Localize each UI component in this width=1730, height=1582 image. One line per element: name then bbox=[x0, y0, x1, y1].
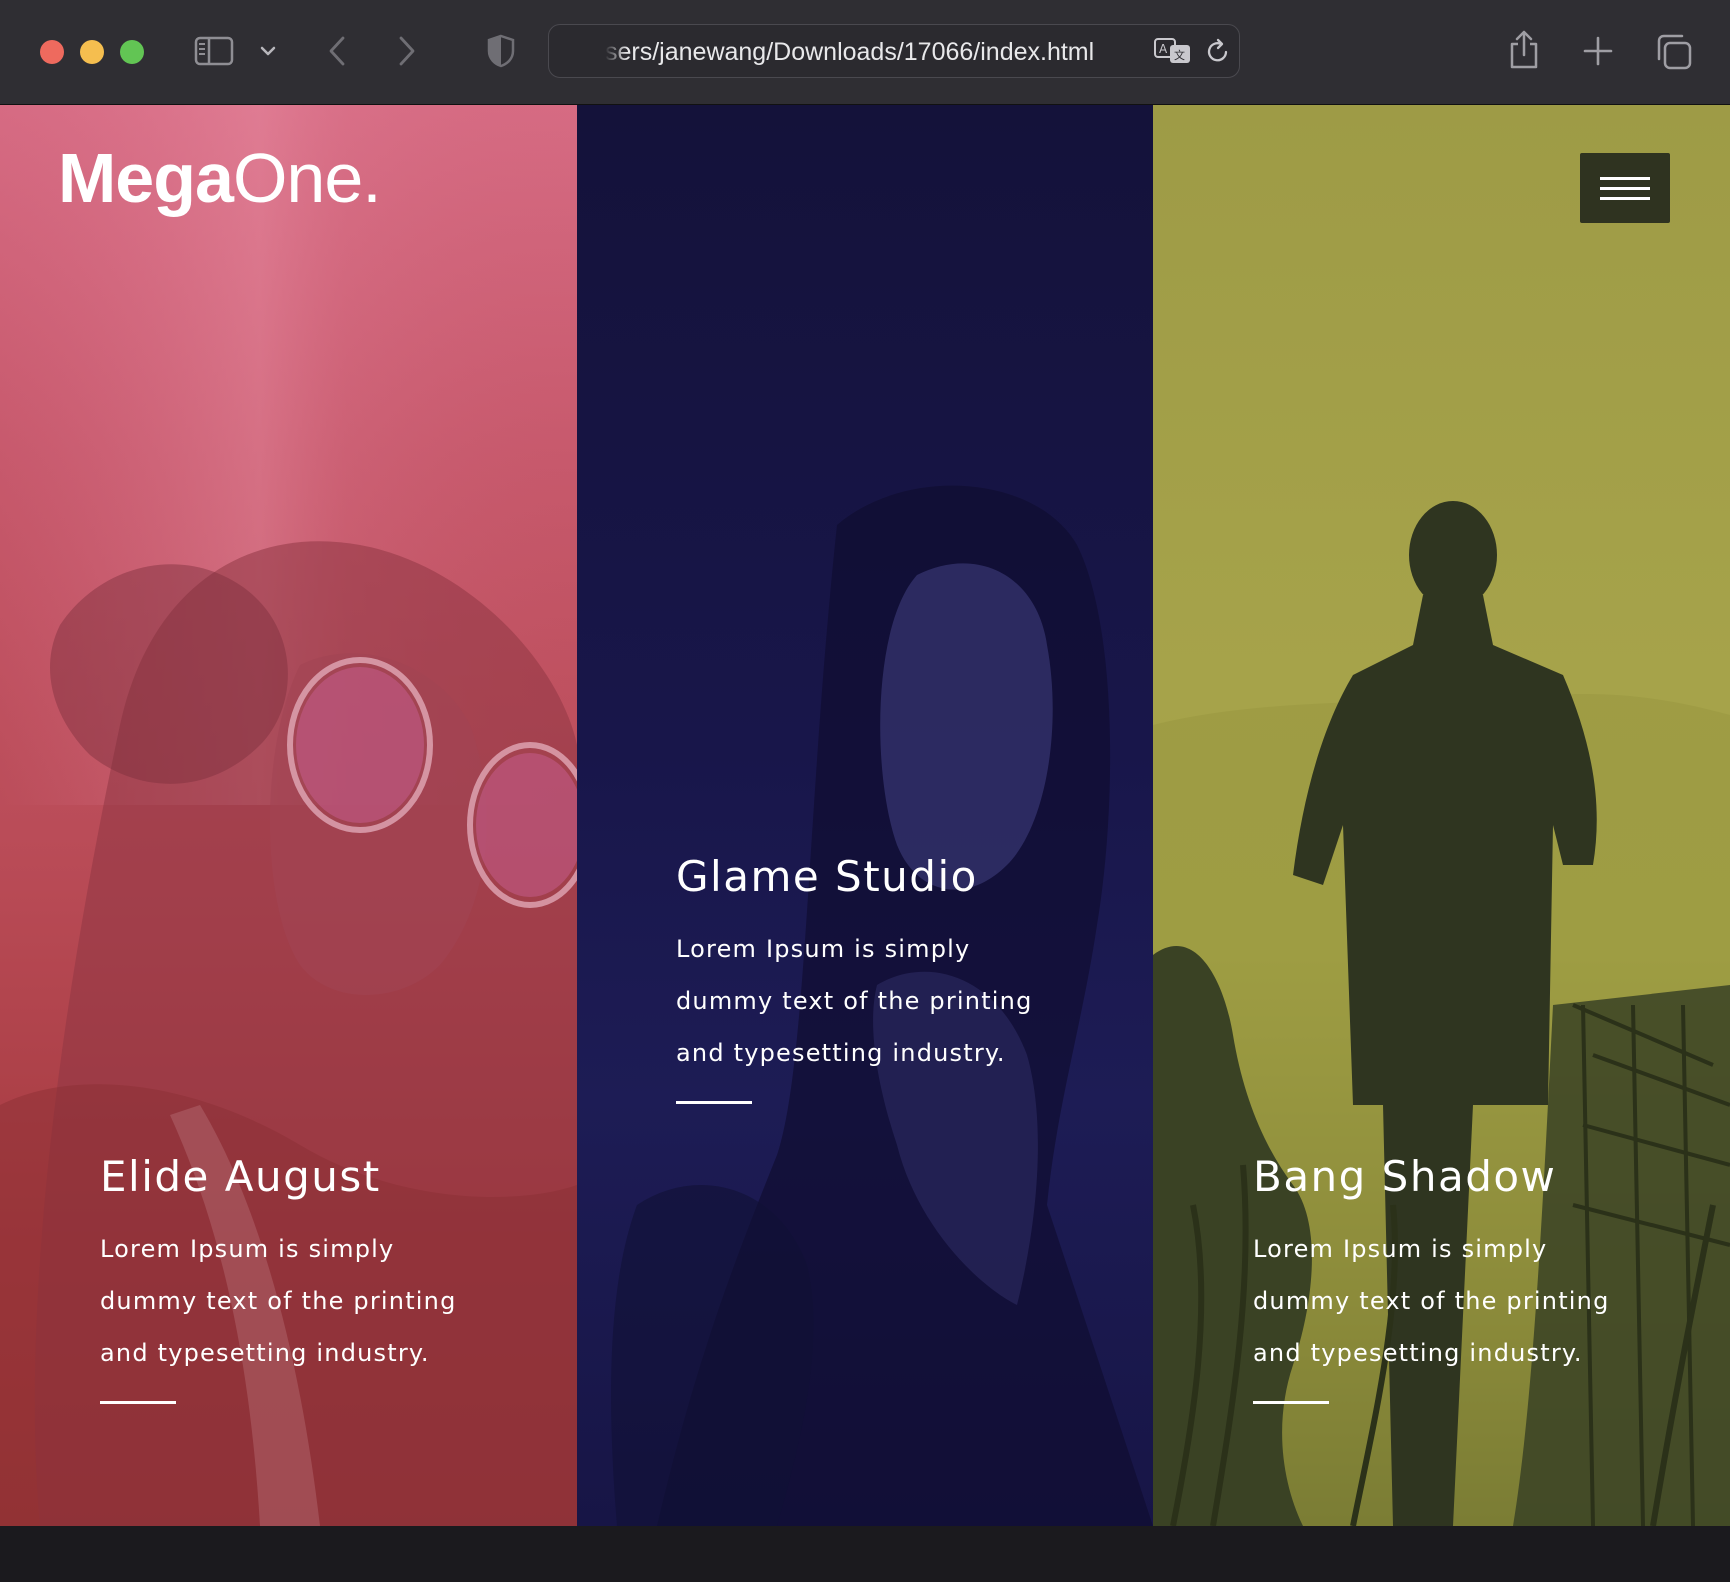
chevron-right-icon[interactable] bbox=[392, 32, 422, 70]
close-window-button[interactable] bbox=[40, 40, 64, 64]
site-logo[interactable]: MegaOne. bbox=[58, 138, 382, 218]
reload-icon[interactable] bbox=[1204, 34, 1232, 68]
panel-2-underline bbox=[676, 1101, 752, 1104]
portrait-photo-woman-dark bbox=[611, 485, 1153, 1526]
url-text[interactable]: sers/janewang/Downloads/17066/index.html bbox=[605, 37, 1125, 67]
logo-light-text: One. bbox=[232, 139, 382, 217]
chevron-down-icon[interactable] bbox=[256, 36, 280, 66]
translate-icon[interactable]: A文 bbox=[1152, 34, 1194, 68]
minimize-window-button[interactable] bbox=[80, 40, 104, 64]
svg-text:A: A bbox=[1159, 42, 1168, 56]
sidebar-icon[interactable] bbox=[194, 34, 234, 68]
page-footer-strip bbox=[0, 1526, 1730, 1582]
menu-icon-bar-bottom bbox=[1600, 196, 1650, 200]
address-bar[interactable]: sers/janewang/Downloads/17066/index.html bbox=[548, 24, 1240, 78]
hamburger-menu-button[interactable] bbox=[1580, 153, 1670, 223]
panel-2-content: Glame Studio Lorem Ipsum is simply dummy… bbox=[676, 851, 1096, 1104]
panel-bang-shadow[interactable]: Bang Shadow Lorem Ipsum is simply dummy … bbox=[1153, 105, 1730, 1526]
browser-toolbar: sers/janewang/Downloads/17066/index.html… bbox=[0, 0, 1730, 105]
menu-icon-bar-middle bbox=[1600, 186, 1650, 190]
logo-bold-text: Mega bbox=[58, 139, 234, 217]
panel-1-underline bbox=[100, 1401, 176, 1404]
panel-3-text: Lorem Ipsum is simply dummy text of the … bbox=[1253, 1235, 1610, 1367]
panel-glame-studio[interactable]: Glame Studio Lorem Ipsum is simply dummy… bbox=[577, 105, 1153, 1526]
panel-1-title[interactable]: Elide August bbox=[100, 1151, 520, 1203]
panel-3-title[interactable]: Bang Shadow bbox=[1253, 1151, 1673, 1203]
panel-2-title[interactable]: Glame Studio bbox=[676, 851, 1096, 903]
panel-elide-august[interactable]: Elide August Lorem Ipsum is simply dummy… bbox=[0, 105, 577, 1526]
page-content: Elide August Lorem Ipsum is simply dummy… bbox=[0, 105, 1730, 1526]
panel-3-underline bbox=[1253, 1401, 1329, 1404]
share-icon[interactable] bbox=[1506, 28, 1542, 72]
shield-icon[interactable] bbox=[484, 32, 518, 70]
panel-1-content: Elide August Lorem Ipsum is simply dummy… bbox=[100, 1151, 520, 1404]
zoom-window-button[interactable] bbox=[120, 40, 144, 64]
svg-text:文: 文 bbox=[1174, 48, 1185, 62]
chevron-left-icon[interactable] bbox=[322, 32, 352, 70]
tabs-icon[interactable] bbox=[1654, 32, 1694, 72]
panel-2-text: Lorem Ipsum is simply dummy text of the … bbox=[676, 935, 1033, 1067]
panel-3-content: Bang Shadow Lorem Ipsum is simply dummy … bbox=[1253, 1151, 1673, 1404]
browser-window: sers/janewang/Downloads/17066/index.html… bbox=[0, 0, 1730, 1582]
plus-icon[interactable] bbox=[1580, 32, 1616, 70]
menu-icon-bar-top bbox=[1600, 176, 1650, 180]
panel-1-text: Lorem Ipsum is simply dummy text of the … bbox=[100, 1235, 457, 1367]
